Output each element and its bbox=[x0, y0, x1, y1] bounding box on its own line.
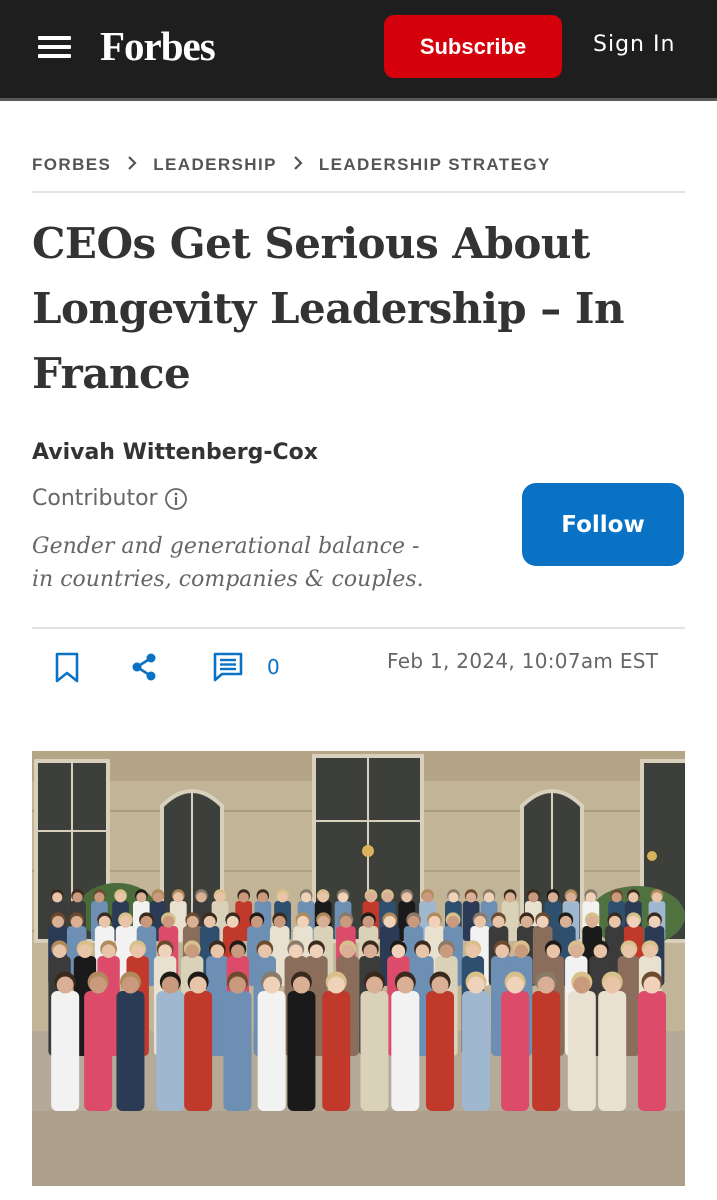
headline-line: France bbox=[32, 349, 191, 398]
headline-line: Longevity Leadership – In bbox=[32, 284, 625, 333]
publish-date: Feb 1, 2024, 10:07am EST bbox=[387, 649, 659, 673]
author-role: Contributor bbox=[32, 486, 188, 511]
subscribe-button[interactable]: Subscribe bbox=[384, 15, 562, 78]
article-photo[interactable] bbox=[32, 751, 685, 1186]
article-headline: CEOs Get Serious About Longevity Leaders… bbox=[32, 211, 672, 406]
top-navigation-bar: Forbes Subscribe Sign In bbox=[0, 0, 717, 101]
headline-line: CEOs Get Serious About bbox=[32, 219, 590, 268]
tagline-line: Gender and generational balance - bbox=[32, 534, 420, 559]
bookmark-icon[interactable] bbox=[54, 652, 80, 684]
menu-icon[interactable] bbox=[38, 34, 71, 60]
breadcrumb-item-leadership-strategy[interactable]: LEADERSHIP STRATEGY bbox=[319, 155, 551, 175]
tagline-line: in countries, companies & couples. bbox=[32, 567, 424, 592]
breadcrumb-item-forbes[interactable]: FORBES bbox=[32, 155, 111, 175]
breadcrumb-item-leadership[interactable]: LEADERSHIP bbox=[153, 155, 277, 175]
author-tagline: Gender and generational balance - in cou… bbox=[32, 530, 502, 596]
comment-icon[interactable] bbox=[213, 652, 243, 682]
comment-count[interactable]: 0 bbox=[267, 655, 280, 679]
info-icon[interactable] bbox=[164, 487, 188, 511]
author-role-label: Contributor bbox=[32, 486, 158, 511]
chevron-right-icon bbox=[277, 155, 319, 176]
author-name[interactable]: Avivah Wittenberg-Cox bbox=[32, 440, 318, 465]
forbes-logo[interactable]: Forbes bbox=[100, 22, 216, 70]
divider bbox=[32, 191, 685, 193]
share-icon[interactable] bbox=[130, 652, 158, 682]
chevron-right-icon bbox=[111, 155, 153, 176]
sign-in-link[interactable]: Sign In bbox=[593, 32, 675, 57]
breadcrumb: FORBES LEADERSHIP LEADERSHIP STRATEGY bbox=[32, 153, 685, 177]
divider bbox=[32, 627, 685, 629]
follow-button[interactable]: Follow bbox=[522, 483, 684, 566]
